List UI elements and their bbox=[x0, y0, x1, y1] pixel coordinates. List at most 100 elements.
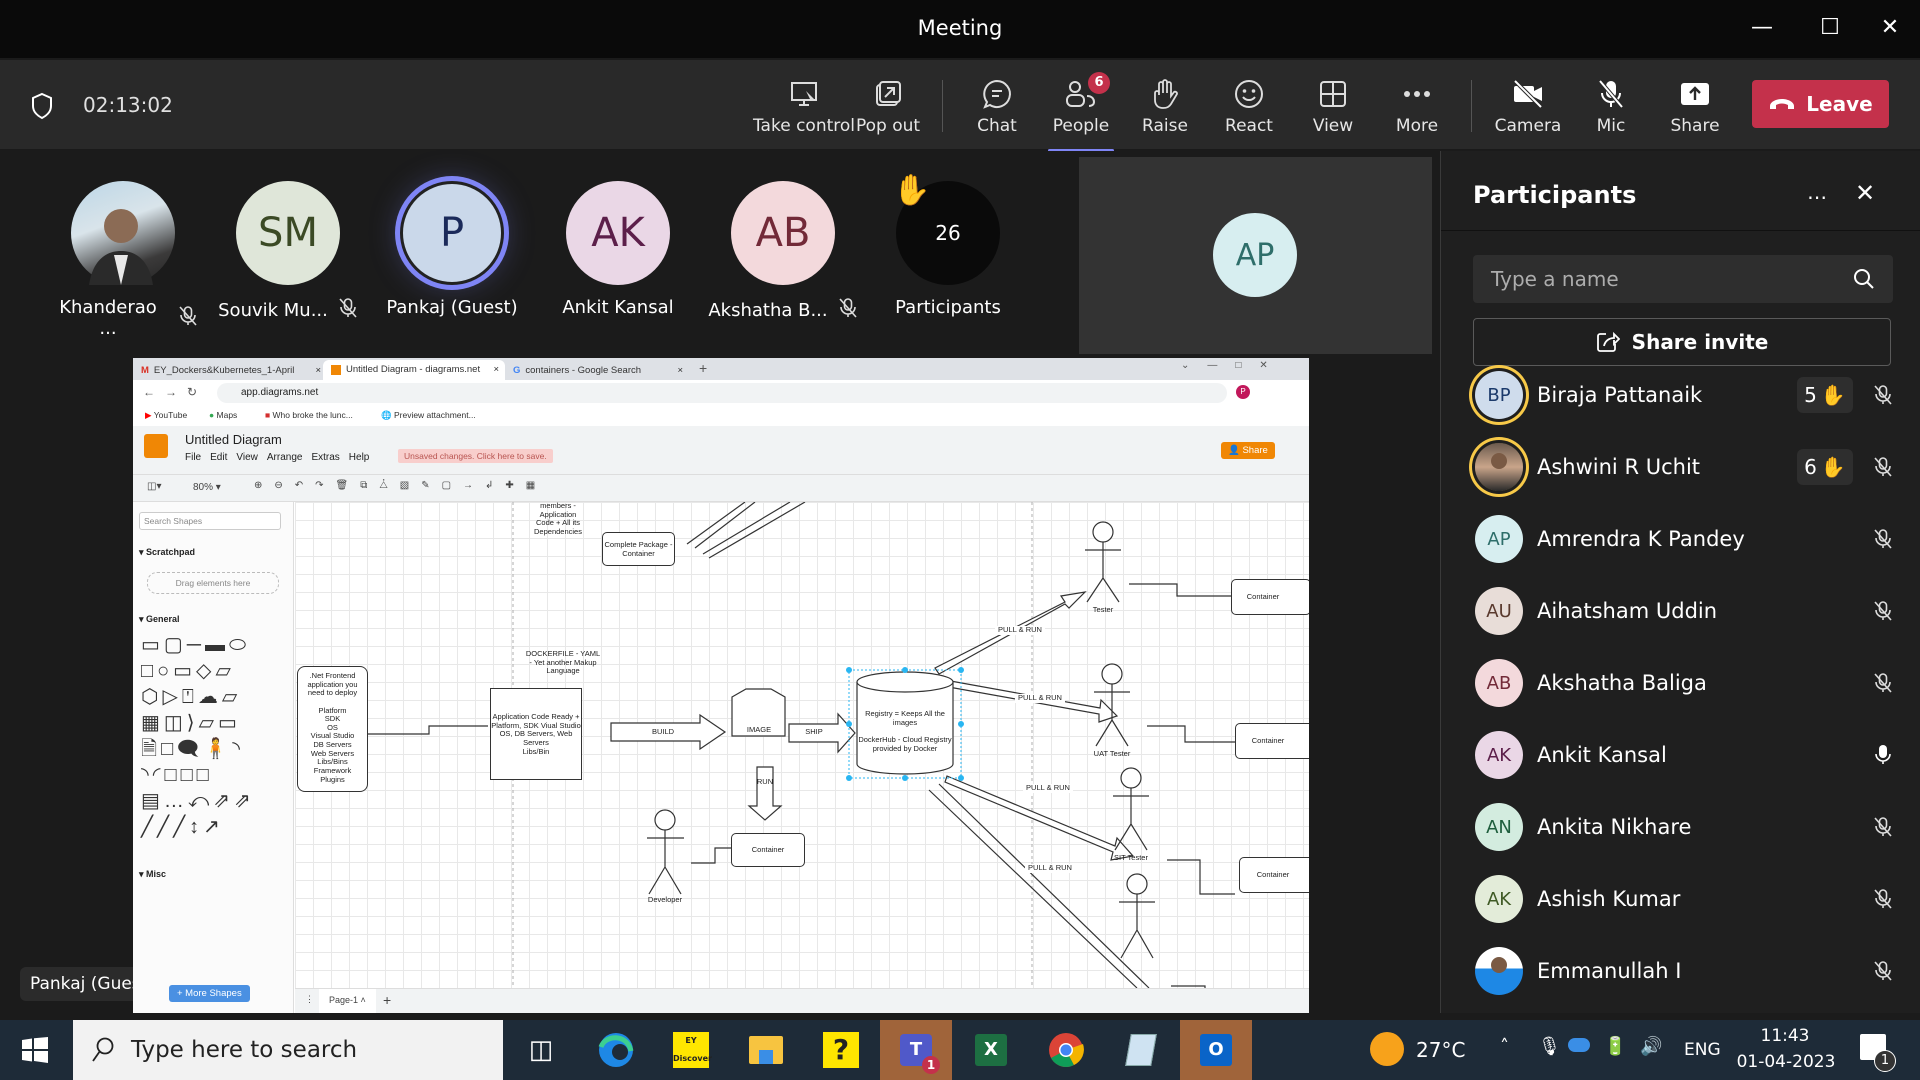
mic-button[interactable]: Mic bbox=[1566, 74, 1656, 142]
menu-view[interactable]: View bbox=[236, 452, 258, 463]
diagram-text-top[interactable]: members - Application Code + All its Dep… bbox=[523, 501, 593, 537]
search-shapes-input[interactable]: Search Shapes bbox=[139, 512, 281, 530]
participant-list-item[interactable]: Emmanullah I bbox=[1469, 935, 1899, 1007]
pull-run-label[interactable]: PULL & RUN bbox=[1023, 783, 1073, 793]
participant-list-item[interactable]: AN Ankita Nikhare bbox=[1469, 791, 1899, 863]
unsaved-changes-banner[interactable]: Unsaved changes. Click here to save. bbox=[398, 449, 553, 463]
tester-label[interactable]: Tester bbox=[1083, 605, 1123, 615]
format-panel-toggle[interactable]: ◫▾ bbox=[147, 481, 161, 492]
menu-arrange[interactable]: Arrange bbox=[267, 452, 303, 463]
close-tab-icon[interactable]: × bbox=[677, 362, 683, 379]
participant-list-item[interactable]: AB Akshatha Baliga bbox=[1469, 647, 1899, 719]
diagram-dockerfile-label[interactable]: DOCKERFILE - YAML - Yet another Makup La… bbox=[515, 649, 611, 676]
menu-help[interactable]: Help bbox=[349, 452, 370, 463]
diagram-container-box[interactable]: Container bbox=[731, 833, 805, 867]
general-header[interactable]: ▾ General bbox=[139, 614, 180, 625]
overflow-participants-tile[interactable]: ✋ 26 Participants bbox=[873, 173, 1023, 318]
general-shapes-palette[interactable]: ▭▢─▬⬭ □○▭◇▱ ⬡▷⍞☁▱ ▦◫⟩▱▭ 🗎□🗨🧍◝ ◝◜□□□ ▤…⤺⇗⇗ ╱╱╱↕↗ bbox=[141, 632, 281, 852]
bookmark[interactable]: ● Maps bbox=[209, 410, 237, 420]
taskbar-ey-discover[interactable]: EY Discover bbox=[655, 1020, 727, 1080]
browser-nav-buttons[interactable]: ←→↻ bbox=[143, 385, 207, 399]
participant-list-item[interactable]: AU Aihatsham Uddin bbox=[1469, 575, 1899, 647]
weather-temp[interactable]: 27°C bbox=[1416, 1038, 1465, 1062]
minimize-button[interactable]: — bbox=[1742, 10, 1782, 46]
taskbar-outlook[interactable]: O bbox=[1180, 1020, 1252, 1080]
taskbar-help[interactable]: ? bbox=[805, 1020, 877, 1080]
pages-menu-icon[interactable]: ⋮ bbox=[305, 994, 314, 1005]
task-view-button[interactable]: ◫ bbox=[505, 1020, 577, 1080]
participant-tile-active-speaker[interactable]: P Pankaj (Guest) bbox=[377, 181, 527, 318]
microphone-tray-icon[interactable]: 🎙 bbox=[1538, 1036, 1561, 1057]
menu-extras[interactable]: Extras bbox=[311, 452, 339, 463]
react-button[interactable]: React bbox=[1204, 74, 1294, 142]
pull-run-label[interactable]: PULL & RUN bbox=[1025, 863, 1075, 873]
shared-screen[interactable]: M EY_Dockers&Kubernetes_1-April × Untitled… bbox=[133, 358, 1309, 1013]
add-page-button[interactable]: + bbox=[383, 992, 391, 1008]
ship-label[interactable]: SHIP bbox=[799, 727, 829, 737]
browser-window-controls[interactable]: ⌄—□✕ bbox=[1181, 360, 1286, 371]
taskbar-edge[interactable] bbox=[580, 1020, 652, 1080]
clock-date[interactable]: 01-04-2023 bbox=[1734, 1052, 1838, 1072]
diagram-appcode-box[interactable]: Application Code Ready + Platform, SDK V… bbox=[490, 688, 582, 780]
participant-tile[interactable]: AK Ankit Kansal bbox=[543, 181, 693, 318]
menu-edit[interactable]: Edit bbox=[210, 452, 227, 463]
battery-icon[interactable]: 🔋 bbox=[1604, 1036, 1626, 1057]
start-button[interactable] bbox=[0, 1020, 70, 1080]
participant-tile[interactable]: AB Akshatha B... bbox=[708, 181, 858, 324]
pop-out-button[interactable]: Pop out bbox=[843, 74, 933, 142]
chat-button[interactable]: Chat bbox=[952, 74, 1042, 142]
drawio-share-button[interactable]: 👤 Share bbox=[1221, 442, 1275, 459]
menu-file[interactable]: File bbox=[185, 452, 201, 463]
browser-tab-active[interactable]: Untitled Diagram - diagrams.net × bbox=[323, 360, 505, 380]
diagram-frontend-box[interactable]: .Net Frontend application you need to de… bbox=[297, 666, 368, 792]
zoom-select[interactable]: 80% ▾ bbox=[193, 482, 221, 493]
pull-run-label[interactable]: PULL & RUN bbox=[1015, 693, 1065, 703]
spotlight-video-tile[interactable]: AP bbox=[1079, 157, 1432, 354]
more-button[interactable]: More bbox=[1372, 74, 1462, 142]
uat-tester-label[interactable]: UAT Tester bbox=[1087, 749, 1137, 759]
bookmark[interactable]: 🌐 Preview attachment... bbox=[381, 410, 476, 421]
weather-icon[interactable] bbox=[1370, 1032, 1404, 1066]
taskbar-excel[interactable]: X bbox=[955, 1020, 1027, 1080]
bookmark[interactable]: ▶ YouTube bbox=[145, 410, 187, 421]
diagram-container-box[interactable]: Container bbox=[1235, 723, 1309, 759]
close-tab-icon[interactable]: × bbox=[315, 362, 321, 379]
participant-list-item[interactable]: AP Amrendra K Pandey bbox=[1469, 503, 1899, 575]
more-shapes-button[interactable]: + More Shapes bbox=[169, 985, 250, 1002]
maximize-button[interactable]: ☐ bbox=[1810, 10, 1850, 46]
diagram-title[interactable]: Untitled Diagram bbox=[185, 432, 282, 447]
taskbar-teams[interactable]: T1 bbox=[880, 1020, 952, 1080]
participant-tile[interactable]: Khanderao ... bbox=[48, 181, 198, 339]
browser-tab[interactable]: M EY_Dockers&Kubernetes_1-April × bbox=[141, 361, 321, 380]
show-hidden-icons[interactable]: ˄ bbox=[1500, 1036, 1509, 1057]
view-button[interactable]: View bbox=[1288, 74, 1378, 142]
diagram-container-box[interactable]: Container bbox=[1239, 857, 1309, 893]
scratchpad-header[interactable]: ▾ Scratchpad bbox=[139, 547, 195, 558]
drawio-tools[interactable]: ⊕⊖↶↷🗑⧉⧊▧✎▢→↲✚▦ bbox=[254, 480, 547, 491]
pull-run-label[interactable]: PULL & RUN bbox=[995, 625, 1045, 635]
url-bar[interactable]: app.diagrams.net bbox=[217, 383, 1227, 403]
developer-label[interactable]: Developer bbox=[640, 895, 690, 905]
participant-list-item[interactable]: BP Biraja Pattanaik 5 ✋ bbox=[1469, 359, 1899, 431]
participant-list-item[interactable]: Ashwini R Uchit 6 ✋ bbox=[1469, 431, 1899, 503]
profile-avatar[interactable]: P bbox=[1236, 385, 1250, 399]
people-button[interactable]: 6 People bbox=[1036, 72, 1126, 152]
scratchpad-dropzone[interactable]: Drag elements here bbox=[147, 572, 279, 594]
new-tab-button[interactable]: + bbox=[699, 360, 707, 376]
image-label[interactable]: IMAGE bbox=[735, 725, 783, 735]
page-tab[interactable]: Page-1 ˄ bbox=[319, 989, 376, 1013]
taskbar-search-box[interactable]: Type here to search bbox=[73, 1020, 503, 1080]
raise-hand-button[interactable]: Raise bbox=[1120, 74, 1210, 142]
action-center-icon[interactable]: 1 bbox=[1860, 1034, 1896, 1072]
language-indicator[interactable]: ENG bbox=[1684, 1040, 1721, 1060]
close-window-button[interactable]: ✕ bbox=[1870, 10, 1910, 46]
close-tab-icon[interactable]: × bbox=[493, 361, 499, 379]
volume-icon[interactable]: 🔊 bbox=[1640, 1036, 1662, 1057]
sit-tester-label[interactable]: SIT Tester bbox=[1106, 853, 1156, 863]
clock-time[interactable]: 11:43 bbox=[1740, 1026, 1830, 1046]
leave-button[interactable]: Leave bbox=[1752, 80, 1889, 128]
participant-tile[interactable]: SM Souvik Mu... bbox=[213, 181, 363, 324]
bookmark[interactable]: ■ Who broke the lunc... bbox=[265, 410, 353, 420]
participant-list-item[interactable]: AK Ankit Kansal bbox=[1469, 719, 1899, 791]
taskbar-chrome[interactable] bbox=[1030, 1020, 1102, 1080]
